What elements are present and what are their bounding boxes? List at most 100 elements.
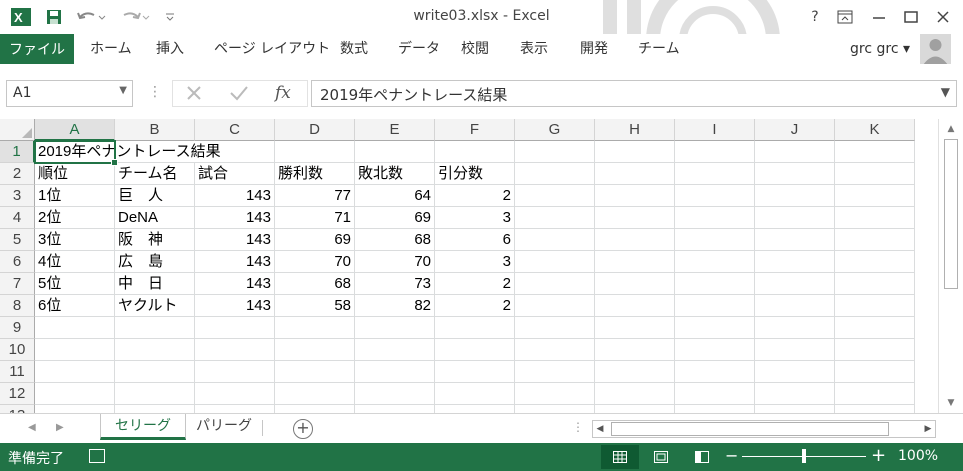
page-layout-view-icon[interactable] — [642, 445, 680, 469]
column-header-j[interactable]: J — [755, 119, 835, 141]
cell-i9[interactable] — [675, 317, 755, 339]
cell-i10[interactable] — [675, 339, 755, 361]
scroll-up-icon[interactable]: ▲ — [943, 121, 959, 137]
row-header-8[interactable]: 8 — [0, 295, 35, 317]
cell-g8[interactable] — [515, 295, 595, 317]
cell-c9[interactable] — [195, 317, 275, 339]
cell-f7[interactable]: 2 — [435, 273, 515, 295]
cell-c3[interactable]: 143 — [195, 185, 275, 207]
cell-f1[interactable] — [435, 141, 515, 163]
cell-d8[interactable]: 58 — [275, 295, 355, 317]
cell-c10[interactable] — [195, 339, 275, 361]
cell-b8[interactable]: ヤクルト — [115, 295, 195, 317]
cell-e5[interactable]: 68 — [355, 229, 435, 251]
formula-input[interactable]: 2019年ペナントレース結果 ▼ — [311, 80, 957, 107]
cell-f3[interactable]: 2 — [435, 185, 515, 207]
tab-formulas[interactable]: 数式 — [340, 34, 368, 64]
row-header-10[interactable]: 10 — [0, 339, 35, 361]
scroll-left-icon[interactable]: ◀ — [593, 422, 607, 436]
cell-j13[interactable] — [755, 405, 835, 413]
column-header-f[interactable]: F — [435, 119, 515, 141]
cell-a12[interactable] — [35, 383, 115, 405]
cell-c4[interactable]: 143 — [195, 207, 275, 229]
cell-c6[interactable]: 143 — [195, 251, 275, 273]
insert-function-icon[interactable]: fx — [275, 83, 291, 103]
cell-k1[interactable] — [835, 141, 915, 163]
horizontal-scrollbar[interactable]: ◀ ▶ — [592, 420, 936, 438]
column-header-e[interactable]: E — [355, 119, 435, 141]
cell-e3[interactable]: 64 — [355, 185, 435, 207]
cell-f5[interactable]: 6 — [435, 229, 515, 251]
cell-h9[interactable] — [595, 317, 675, 339]
cell-d9[interactable] — [275, 317, 355, 339]
cell-e4[interactable]: 69 — [355, 207, 435, 229]
row-header-1[interactable]: 1 — [0, 141, 35, 163]
column-header-k[interactable]: K — [835, 119, 915, 141]
ribbon-display-options-icon[interactable] — [832, 5, 858, 29]
row-header-12[interactable]: 12 — [0, 383, 35, 405]
cell-f4[interactable]: 3 — [435, 207, 515, 229]
scroll-down-icon[interactable]: ▼ — [943, 395, 959, 411]
cell-a3[interactable]: 1位 — [35, 185, 115, 207]
maximize-icon[interactable] — [898, 5, 924, 29]
cell-k11[interactable] — [835, 361, 915, 383]
cell-d2[interactable]: 勝利数 — [275, 163, 355, 185]
cell-k3[interactable] — [835, 185, 915, 207]
cell-e1[interactable] — [355, 141, 435, 163]
cell-f13[interactable] — [435, 405, 515, 413]
cell-d6[interactable]: 70 — [275, 251, 355, 273]
cell-b10[interactable] — [115, 339, 195, 361]
cell-j12[interactable] — [755, 383, 835, 405]
cell-d12[interactable] — [275, 383, 355, 405]
cell-e10[interactable] — [355, 339, 435, 361]
cell-b6[interactable]: 広 島 — [115, 251, 195, 273]
tab-insert[interactable]: 挿入 — [156, 34, 184, 64]
cell-h13[interactable] — [595, 405, 675, 413]
tab-team[interactable]: チーム — [638, 34, 680, 64]
column-header-b[interactable]: B — [115, 119, 195, 141]
cancel-icon[interactable] — [185, 84, 203, 106]
row-header-11[interactable]: 11 — [0, 361, 35, 383]
cell-i8[interactable] — [675, 295, 755, 317]
cell-e13[interactable] — [355, 405, 435, 413]
tab-split-handle-icon[interactable]: ⋮ — [572, 420, 584, 434]
chevron-down-icon[interactable]: ▼ — [119, 85, 127, 96]
page-break-view-icon[interactable] — [683, 445, 721, 469]
chevron-down-icon[interactable]: ▼ — [941, 85, 950, 99]
cell-j7[interactable] — [755, 273, 835, 295]
cell-j11[interactable] — [755, 361, 835, 383]
cell-f8[interactable]: 2 — [435, 295, 515, 317]
cell-b13[interactable] — [115, 405, 195, 413]
scroll-right-icon[interactable]: ▶ — [921, 422, 935, 436]
cell-g11[interactable] — [515, 361, 595, 383]
cell-d10[interactable] — [275, 339, 355, 361]
cell-k9[interactable] — [835, 317, 915, 339]
cell-b2[interactable]: チーム名 — [115, 163, 195, 185]
cell-i12[interactable] — [675, 383, 755, 405]
cell-j2[interactable] — [755, 163, 835, 185]
zoom-level[interactable]: 100% — [898, 448, 938, 464]
cell-k6[interactable] — [835, 251, 915, 273]
tab-page-layout[interactable]: ページ レイアウト — [214, 34, 330, 64]
cell-c7[interactable]: 143 — [195, 273, 275, 295]
cell-b12[interactable] — [115, 383, 195, 405]
cell-f9[interactable] — [435, 317, 515, 339]
cell-a7[interactable]: 5位 — [35, 273, 115, 295]
cell-f12[interactable] — [435, 383, 515, 405]
vertical-scrollbar[interactable]: ▲ ▼ — [938, 119, 963, 413]
cell-i4[interactable] — [675, 207, 755, 229]
close-icon[interactable] — [930, 5, 956, 29]
enter-icon[interactable] — [229, 84, 249, 106]
cell-e6[interactable]: 70 — [355, 251, 435, 273]
zoom-out-button[interactable]: − — [725, 446, 738, 465]
cell-d1[interactable] — [275, 141, 355, 163]
cell-k10[interactable] — [835, 339, 915, 361]
cell-a2[interactable]: 順位 — [35, 163, 115, 185]
cell-b11[interactable] — [115, 361, 195, 383]
cell-i3[interactable] — [675, 185, 755, 207]
sheet-tab-central-league[interactable]: セリーグ — [100, 414, 186, 440]
cell-h8[interactable] — [595, 295, 675, 317]
column-header-d[interactable]: D — [275, 119, 355, 141]
cell-j6[interactable] — [755, 251, 835, 273]
user-account[interactable]: grc grc ▾ — [850, 34, 910, 64]
